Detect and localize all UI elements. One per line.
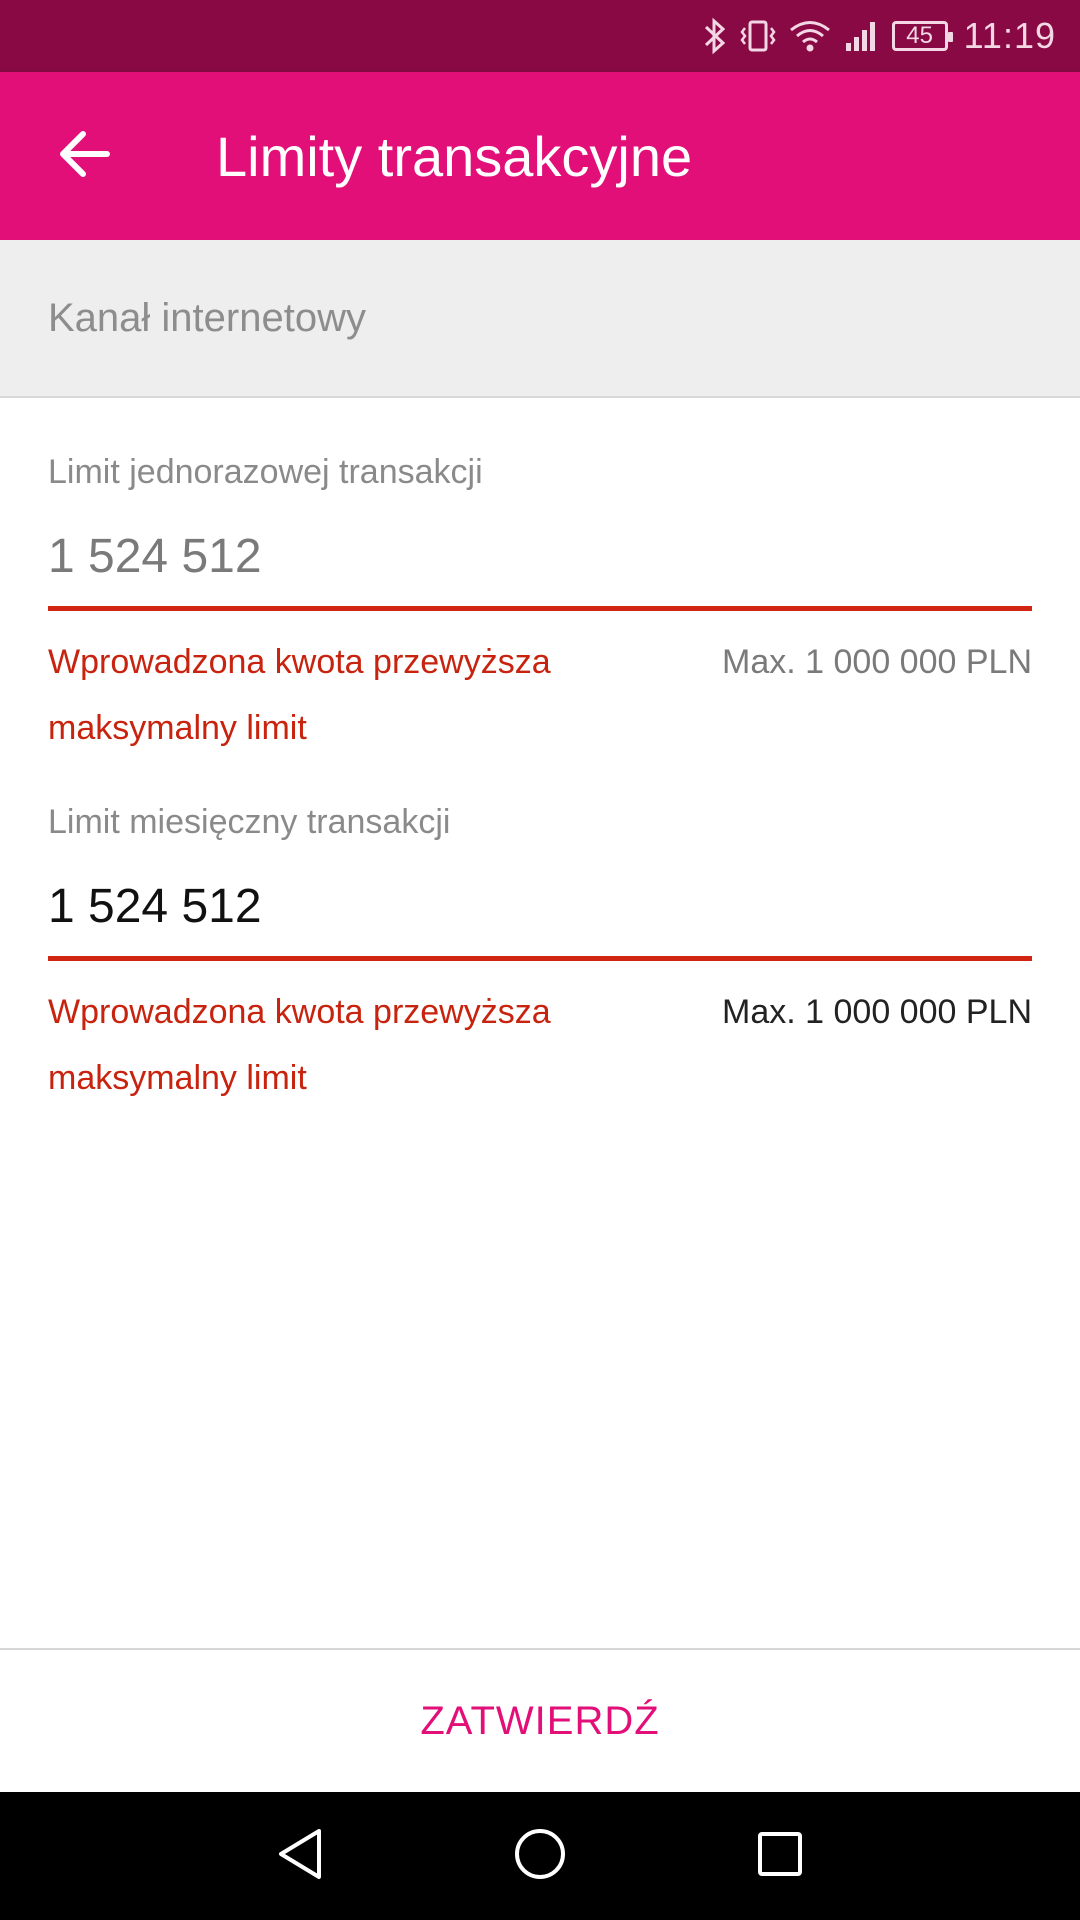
monthly-transaction-limit-underline [48, 956, 1032, 961]
monthly-transaction-limit-label: Limit miesięczny transakcji [48, 803, 451, 841]
back-triangle-icon [275, 1827, 325, 1886]
single-transaction-limit-error: Wprowadzona kwota przewyższa maksymalny … [48, 643, 551, 747]
signal-icon [842, 17, 882, 55]
monthly-transaction-limit-field: Limit miesięczny transakcji Wprowadzona … [48, 802, 1032, 1111]
single-transaction-limit-max: Max. 1 000 000 PLN [722, 643, 1032, 681]
app-bar: Limity transakcyjne [0, 72, 1080, 240]
confirm-button-label: ZATWIERDŹ [420, 1698, 660, 1743]
bluetooth-icon [702, 17, 728, 55]
monthly-transaction-limit-error: Wprowadzona kwota przewyższa maksymalny … [48, 993, 551, 1097]
vibrate-icon [738, 17, 778, 55]
single-transaction-limit-input[interactable] [48, 520, 1032, 592]
single-transaction-limit-field: Limit jednorazowej transakcji Wprowadzon… [48, 452, 1032, 761]
nav-home-button[interactable] [485, 1801, 595, 1911]
back-button[interactable] [24, 96, 144, 216]
nav-recents-button[interactable] [725, 1801, 835, 1911]
section-header: Kanał internetowy [0, 240, 1080, 398]
status-bar: 45 11:19 [0, 0, 1080, 72]
monthly-transaction-limit-input[interactable] [48, 870, 1032, 942]
recents-square-icon [755, 1829, 805, 1884]
section-title: Kanał internetowy [48, 295, 366, 340]
home-circle-icon [513, 1827, 567, 1886]
battery-level: 45 [906, 22, 933, 49]
arrow-left-icon [57, 130, 111, 183]
page-title: Limity transakcyjne [216, 124, 693, 188]
single-transaction-limit-underline [48, 606, 1032, 611]
system-nav-bar [0, 1792, 1080, 1920]
battery-icon: 45 [891, 21, 953, 51]
status-time: 11:19 [963, 15, 1056, 56]
confirm-button[interactable]: ZATWIERDŹ [0, 1650, 1080, 1792]
monthly-transaction-limit-max: Max. 1 000 000 PLN [722, 993, 1032, 1031]
single-transaction-limit-label: Limit jednorazowej transakcji [48, 453, 483, 491]
nav-back-button[interactable] [245, 1801, 355, 1911]
wifi-icon [788, 17, 832, 55]
